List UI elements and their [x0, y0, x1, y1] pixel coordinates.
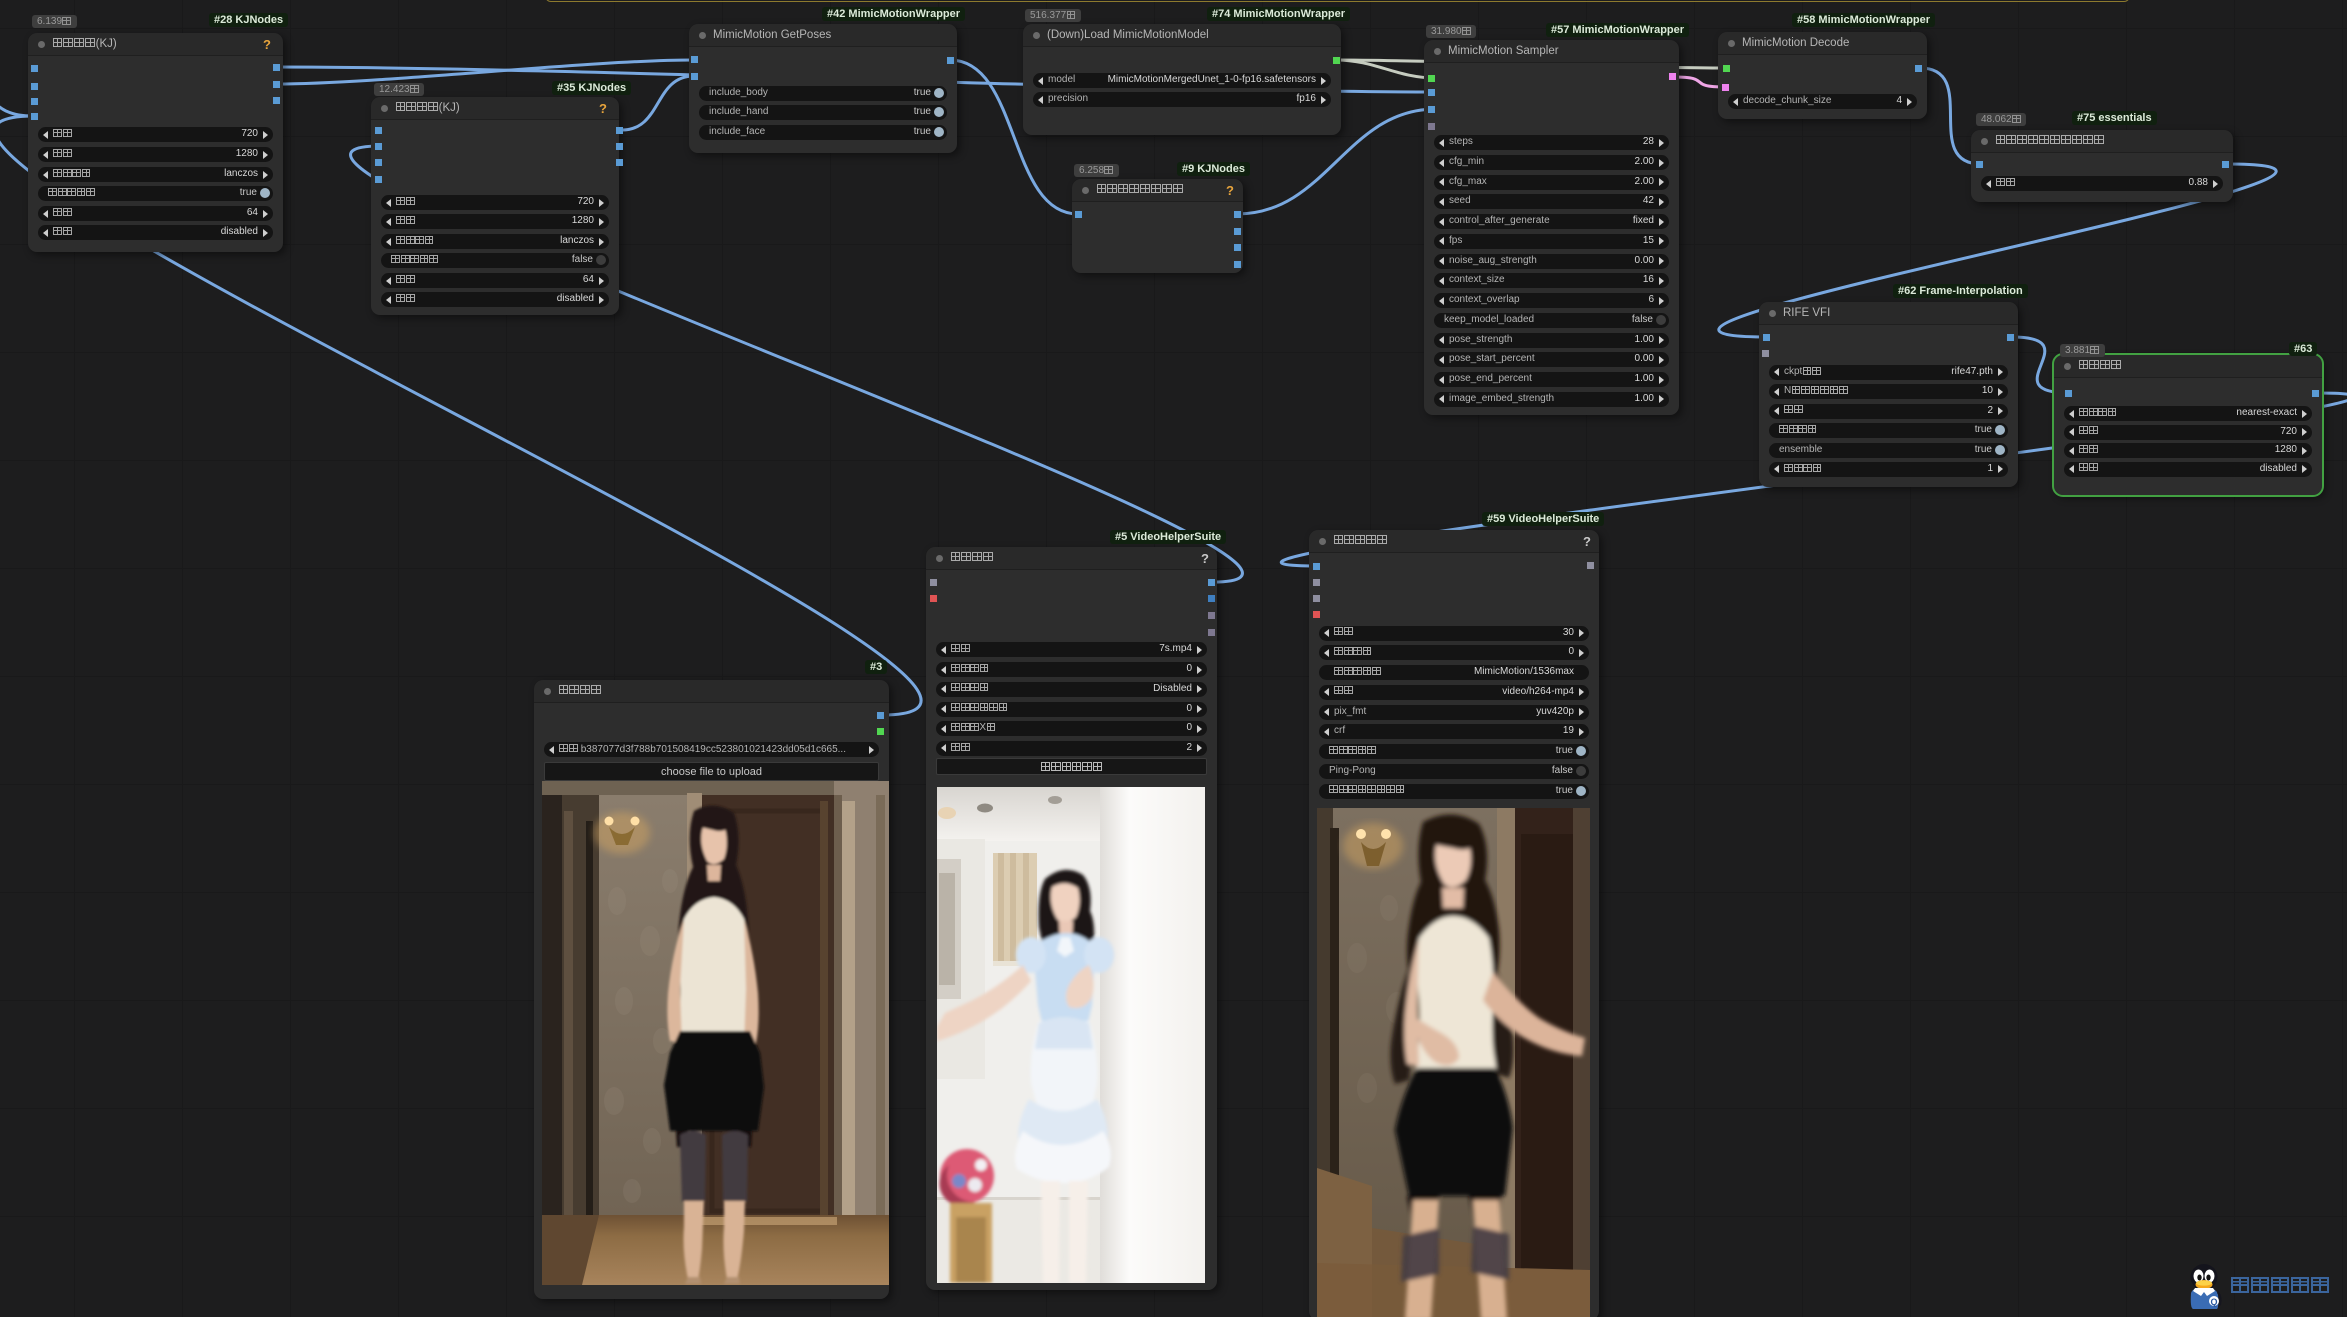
svg-text:Q: Q — [2210, 1297, 2217, 1307]
